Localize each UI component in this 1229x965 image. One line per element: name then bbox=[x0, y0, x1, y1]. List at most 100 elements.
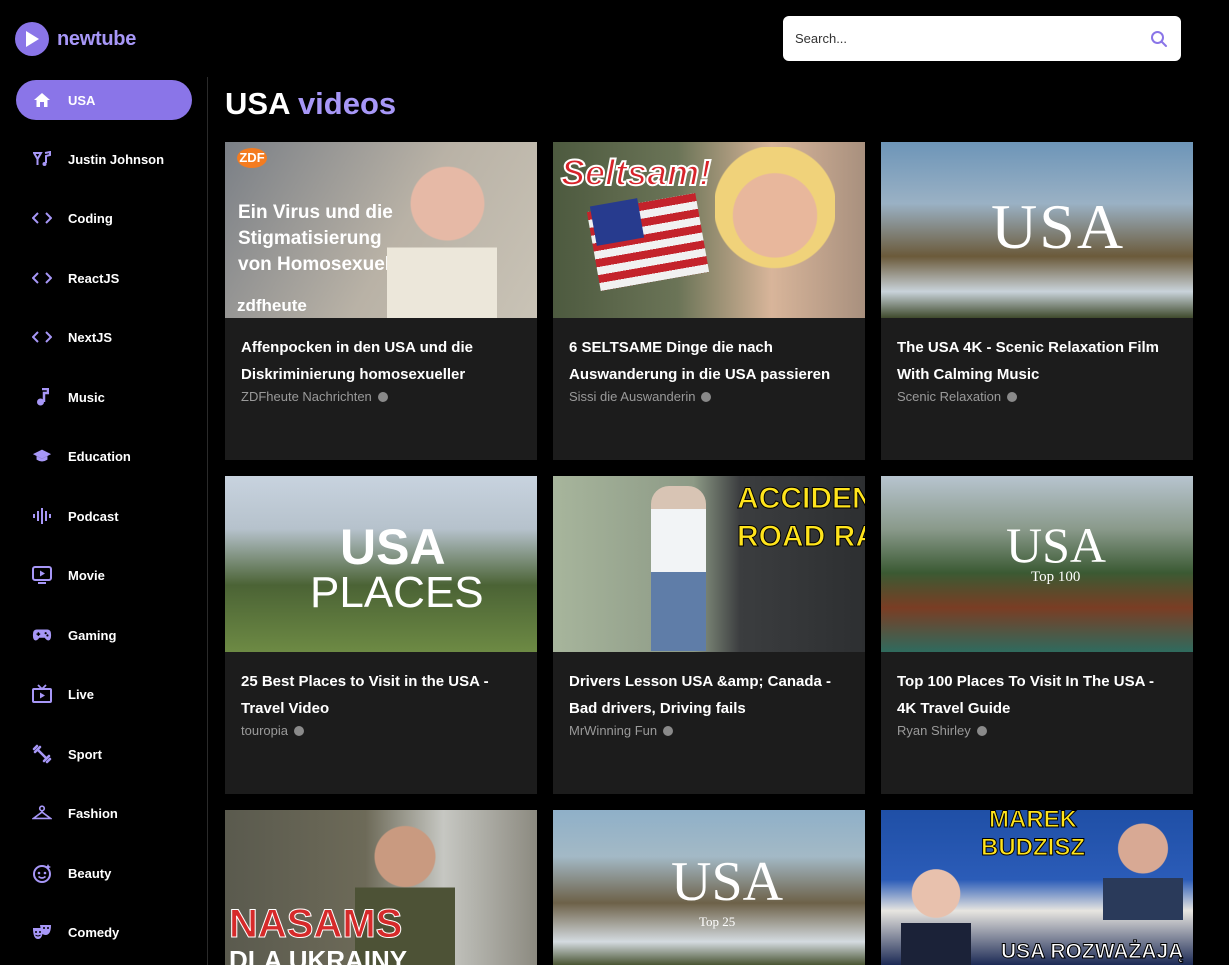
fitness-icon bbox=[32, 744, 52, 764]
sidebar-item-reactjs[interactable]: ReactJS bbox=[16, 258, 192, 298]
sidebar-item-label: Justin Johnson bbox=[68, 151, 165, 167]
thumbnail-caption: USA bbox=[1006, 517, 1107, 573]
video-thumbnail[interactable]: USA bbox=[881, 142, 1193, 318]
thumbnail-subcaption: Top 25 bbox=[699, 914, 736, 929]
thumbnail-caption: USA bbox=[991, 191, 1126, 262]
sidebar-item-comedy[interactable]: Comedy bbox=[16, 912, 192, 952]
video-card[interactable]: USA Top 25 bbox=[553, 810, 865, 965]
brand-name: newtube bbox=[57, 27, 137, 50]
video-card[interactable]: MAREK BUDZISZ USA ROZWAŻAJĄ bbox=[881, 810, 1193, 965]
sidebar-item-beauty[interactable]: Beauty bbox=[16, 853, 192, 893]
video-title[interactable]: 6 SELTSAME Dinge die nach Auswanderung i… bbox=[569, 334, 854, 388]
sidebar-item-live[interactable]: Live bbox=[16, 674, 192, 714]
video-title[interactable]: The USA 4K - Scenic Relaxation Film With… bbox=[897, 334, 1182, 388]
video-thumbnail[interactable]: USA PLACES bbox=[225, 476, 537, 652]
thumbnail-caption: USA bbox=[671, 851, 784, 913]
sidebar-item-label: Education bbox=[68, 448, 131, 464]
video-card[interactable]: Seltsam! 6 SELTSAME Dinge die nach Auswa… bbox=[553, 142, 865, 460]
sidebar-item-sport[interactable]: Sport bbox=[16, 734, 192, 774]
music-note-icon bbox=[32, 149, 52, 169]
search-input[interactable] bbox=[795, 31, 1149, 46]
sidebar-item-coding[interactable]: Coding bbox=[16, 198, 192, 238]
thumbnail-caption: NASAMS DLA UKRAINY bbox=[228, 902, 408, 965]
sidebar-item-label: Live bbox=[68, 686, 95, 702]
video-thumbnail[interactable]: NASAMS DLA UKRAINY bbox=[225, 810, 537, 965]
channel-name[interactable]: Sissi die Auswanderin bbox=[569, 389, 712, 404]
person-illustration bbox=[1103, 810, 1183, 920]
video-thumbnail[interactable]: ZDF Ein Virus und die Stigmatisierung vo… bbox=[225, 142, 537, 318]
thumbnail-caption: ACCIDEN ROAD RAG bbox=[736, 482, 865, 554]
thumbnail-caption: MAREK BUDZISZ bbox=[981, 810, 1086, 862]
person-illustration bbox=[651, 486, 706, 651]
video-thumbnail[interactable]: USA Top 100 bbox=[881, 476, 1193, 652]
person-illustration bbox=[387, 142, 497, 318]
video-title[interactable]: Top 100 Places To Visit In The USA - 4K … bbox=[897, 668, 1182, 722]
sidebar-item-fashion[interactable]: Fashion bbox=[16, 793, 192, 833]
sidebar-item-label: ReactJS bbox=[68, 270, 120, 286]
sidebar-item-label: Comedy bbox=[68, 924, 120, 940]
verified-icon bbox=[976, 725, 987, 736]
sidebar-item-movie[interactable]: Movie bbox=[16, 555, 192, 595]
sidebar: USA Justin Johnson Coding ReactJS NextJS… bbox=[0, 77, 208, 965]
video-card[interactable]: USA The USA 4K - Scenic Relaxation Film … bbox=[881, 142, 1193, 460]
sidebar-item-justin-johnson[interactable]: Justin Johnson bbox=[16, 139, 192, 179]
thumbnail-subcaption: USA ROZWAŻAJĄ bbox=[1000, 940, 1184, 964]
hanger-icon bbox=[32, 803, 52, 823]
verified-icon bbox=[701, 391, 712, 402]
sidebar-item-label: Podcast bbox=[68, 508, 119, 524]
sidebar-item-label: Beauty bbox=[68, 865, 112, 881]
sidebar-item-label: Sport bbox=[68, 746, 102, 762]
theater-masks-icon bbox=[32, 922, 52, 942]
video-card[interactable]: NASAMS DLA UKRAINY bbox=[225, 810, 537, 965]
sidebar-item-label: Music bbox=[68, 389, 105, 405]
video-title[interactable]: 25 Best Places to Visit in the USA - Tra… bbox=[241, 668, 526, 722]
channel-name[interactable]: touropia bbox=[241, 723, 304, 738]
sidebar-item-usa[interactable]: USA bbox=[16, 80, 192, 120]
logo[interactable]: newtube bbox=[15, 22, 136, 56]
sidebar-item-label: Gaming bbox=[68, 627, 117, 643]
sidebar-item-gaming[interactable]: Gaming bbox=[16, 615, 192, 655]
page-title: USA videos bbox=[225, 86, 396, 122]
zdfheute-logo: zdfheute bbox=[237, 296, 307, 315]
channel-name[interactable]: Scenic Relaxation bbox=[897, 389, 1018, 404]
play-icon bbox=[15, 22, 49, 56]
channel-name[interactable]: MrWinning Fun bbox=[569, 723, 674, 738]
sidebar-item-label: USA bbox=[68, 92, 96, 108]
music-icon bbox=[32, 387, 52, 407]
verified-icon bbox=[663, 725, 674, 736]
us-flag-canton bbox=[589, 198, 645, 246]
video-card[interactable]: USA Top 100 Top 100 Places To Visit In T… bbox=[881, 476, 1193, 794]
zdf-logo: ZDF bbox=[237, 148, 267, 168]
video-thumbnail[interactable]: USA Top 25 bbox=[553, 810, 865, 965]
video-thumbnail[interactable]: ACCIDEN ROAD RAG bbox=[553, 476, 865, 652]
code-icon bbox=[32, 208, 52, 228]
live-tv-icon bbox=[32, 684, 52, 704]
video-thumbnail[interactable]: MAREK BUDZISZ USA ROZWAŻAJĄ bbox=[881, 810, 1193, 965]
verified-icon bbox=[1007, 391, 1018, 402]
sidebar-item-label: NextJS bbox=[68, 329, 113, 345]
search-icon[interactable] bbox=[1149, 29, 1169, 49]
video-title[interactable]: Affenpocken in den USA und die Diskrimin… bbox=[241, 334, 526, 388]
sidebar-item-music[interactable]: Music bbox=[16, 377, 192, 417]
sidebar-item-podcast[interactable]: Podcast bbox=[16, 496, 192, 536]
graduation-cap-icon bbox=[32, 446, 52, 466]
page-title-prefix: USA bbox=[225, 86, 290, 121]
channel-name[interactable]: Ryan Shirley bbox=[897, 723, 987, 738]
sidebar-item-education[interactable]: Education bbox=[16, 436, 192, 476]
video-card[interactable]: ZDF Ein Virus und die Stigmatisierung vo… bbox=[225, 142, 537, 460]
podcast-icon bbox=[32, 506, 52, 526]
video-title[interactable]: Drivers Lesson USA &amp; Canada - Bad dr… bbox=[569, 668, 854, 722]
video-thumbnail[interactable]: Seltsam! bbox=[553, 142, 865, 318]
sidebar-item-nextjs[interactable]: NextJS bbox=[16, 317, 192, 357]
video-card[interactable]: USA PLACES 25 Best Places to Visit in th… bbox=[225, 476, 537, 794]
thumbnail-caption: Seltsam! bbox=[560, 151, 712, 194]
home-icon bbox=[32, 90, 52, 110]
verified-icon bbox=[377, 391, 388, 402]
movie-icon bbox=[32, 565, 52, 585]
verified-icon bbox=[293, 725, 304, 736]
channel-name[interactable]: ZDFheute Nachrichten bbox=[241, 389, 388, 404]
video-card[interactable]: ACCIDEN ROAD RAG Drivers Lesson USA &amp… bbox=[553, 476, 865, 794]
code-icon bbox=[32, 268, 52, 288]
face-icon bbox=[32, 863, 52, 883]
thumbnail-subcaption: PLACES bbox=[310, 568, 484, 617]
